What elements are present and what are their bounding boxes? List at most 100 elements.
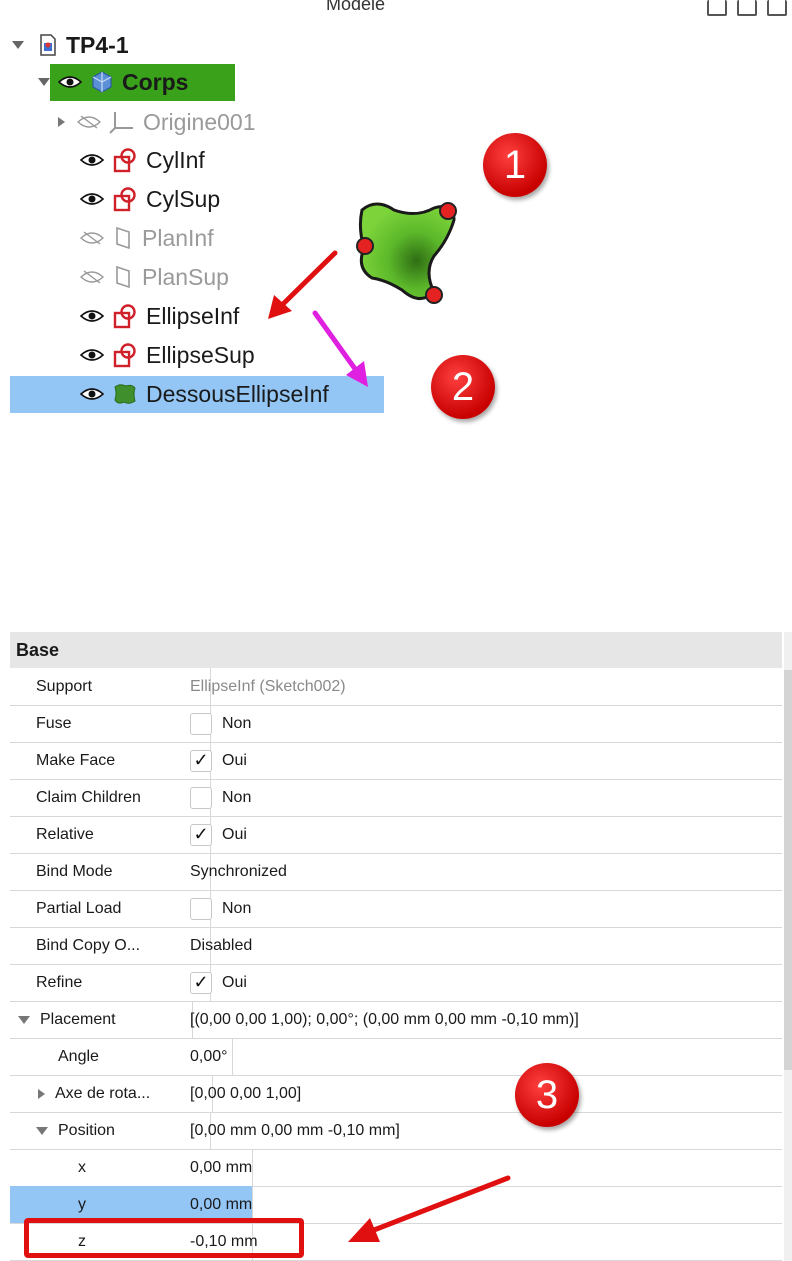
property-name: Axe de rota... [55,1084,151,1102]
property-value-checkbox[interactable]: Non [190,779,251,816]
close-icon[interactable] [767,0,787,16]
property-name: Fuse [10,705,211,742]
tree-item-label: CylSup [146,185,221,212]
plane-icon [116,265,130,289]
collapse-arrow-icon[interactable] [38,78,50,86]
property-row-placement[interactable]: Placement [(0,00 0,00 1,00); 0,00°; (0,0… [10,1001,782,1039]
property-value-checkbox[interactable]: ✓ Oui [190,742,247,779]
checkbox-checked[interactable]: ✓ [190,749,212,772]
sketch-icon [113,148,136,173]
property-row-bind-copy[interactable]: Bind Copy O... Disabled [10,927,782,965]
checkbox-unchecked[interactable] [190,897,212,920]
annotation-arrows [268,250,368,387]
property-value-checkbox[interactable]: Non [190,890,251,927]
tree-item-planinf[interactable]: PlanInf [80,220,214,256]
subshape-binder-icon [114,384,136,404]
property-value[interactable]: [0,00 mm 0,00 mm -0,10 mm] [190,1112,400,1149]
eye-hidden-icon[interactable] [80,270,104,284]
property-row-make-face[interactable]: Make Face ✓ Oui [10,742,782,780]
tree-item-cylinf[interactable]: CylInf [80,142,205,178]
eye-hidden-icon[interactable] [77,115,101,129]
property-value: EllipseInf (Sketch002) [190,677,346,695]
property-name-cell: Axe de rota... [10,1075,213,1112]
eye-hidden-icon[interactable] [80,231,104,245]
sketch-icon [113,304,136,329]
property-value-checkbox[interactable]: Non [190,705,251,742]
property-value[interactable]: Synchronized [190,853,287,890]
checkbox-checked[interactable]: ✓ [190,823,212,846]
property-row-axis[interactable]: Axe de rota... [0,00 0,00 1,00] [10,1075,782,1113]
tree-item-label: EllipseInf [146,302,240,329]
property-value[interactable]: [0,00 0,00 1,00] [190,1075,301,1112]
tree-item-plansup[interactable]: PlanSup [80,259,229,295]
property-group-header: Base [10,632,782,668]
tree-item-ellipseinf[interactable]: EllipseInf [80,298,239,334]
tree-item-label: Origine001 [143,108,256,135]
tree-item-cylsup[interactable]: CylSup [80,181,220,217]
property-name: Refine [10,964,211,1001]
tree-root-label: TP4-1 [66,31,129,58]
property-value-checkbox[interactable]: ✓ Oui [190,816,247,853]
document-icon [40,34,56,56]
collapse-arrow-icon[interactable] [12,41,24,49]
eye-icon[interactable] [80,309,104,323]
tree-item-label: PlanInf [142,224,214,251]
annotation-badge-1: 1 [483,133,547,197]
eye-icon[interactable] [80,348,104,362]
property-name: Make Face [10,742,211,779]
sketch-icon [113,343,136,368]
property-value[interactable]: 0,00 mm [190,1149,252,1186]
collapse-arrow-icon[interactable] [36,1126,48,1135]
property-name: Partial Load [10,890,211,927]
property-row-relative[interactable]: Relative ✓ Oui [10,816,782,854]
tree-item-origine[interactable]: Origine001 [58,104,256,140]
property-name: Bind Copy O... [10,927,211,964]
annotation-arrow-3 [348,1175,511,1242]
tree-item-label: PlanSup [142,263,229,290]
property-row-position[interactable]: Position [0,00 mm 0,00 mm -0,10 mm] [10,1112,782,1150]
property-row-claim-children[interactable]: Claim Children Non [10,779,782,817]
eye-icon[interactable] [80,387,104,401]
eye-icon[interactable] [80,153,104,167]
checkbox-unchecked[interactable] [190,712,212,735]
property-scroll-thumb[interactable] [784,670,792,1070]
property-row-angle[interactable]: Angle 0,00° [10,1038,782,1076]
property-row-fuse[interactable]: Fuse Non [10,705,782,743]
property-row-refine[interactable]: Refine ✓ Oui [10,964,782,1002]
property-value: Oui [222,973,247,991]
property-name: Claim Children [10,779,211,816]
property-value[interactable]: 0,00° [190,1038,228,1075]
property-name-cell: Placement [10,1001,193,1038]
property-value[interactable]: Disabled [190,927,252,964]
tree-item-label: CylInf [146,146,205,173]
expand-arrow-icon[interactable] [38,1088,45,1099]
property-value: Non [222,899,252,917]
property-row-bind-mode[interactable]: Bind Mode Synchronized [10,853,782,891]
annotation-highlight-box [24,1218,304,1258]
float-icon[interactable] [737,0,757,16]
property-row-support[interactable]: Support EllipseInf (Sketch002) [10,668,782,706]
tree-body-label: Corps [122,68,189,95]
property-row-partial-load[interactable]: Partial Load Non [10,890,782,928]
restore-icon[interactable] [707,0,727,16]
property-value-checkbox[interactable]: ✓ Oui [190,964,247,1001]
checkbox-unchecked[interactable] [190,786,212,809]
tree-item-root[interactable]: TP4-1 [12,27,129,63]
sketch-icon [113,187,136,212]
property-value: Oui [222,751,247,769]
annotation-badge-3: 3 [515,1063,579,1127]
tree-item-ellipsesup[interactable]: EllipseSup [80,337,255,373]
tree-item-corps[interactable]: Corps [38,64,188,100]
model-tree-panel: Modèle TP4-1 Corps Origine001 CylInf Cyl… [0,0,792,630]
property-value: Non [222,714,252,732]
eye-icon[interactable] [58,75,82,89]
property-name: Bind Mode [10,853,211,890]
expand-arrow-icon[interactable] [58,117,65,127]
property-value[interactable]: [(0,00 0,00 1,00); 0,00°; (0,00 mm 0,00 … [190,1001,579,1038]
annotation-badge-2: 2 [431,355,495,419]
collapse-arrow-icon[interactable] [18,1015,30,1024]
panel-title: Modèle [326,0,386,14]
eye-icon[interactable] [80,192,104,206]
tree-item-label: EllipseSup [146,341,255,368]
checkbox-checked[interactable]: ✓ [190,971,212,994]
